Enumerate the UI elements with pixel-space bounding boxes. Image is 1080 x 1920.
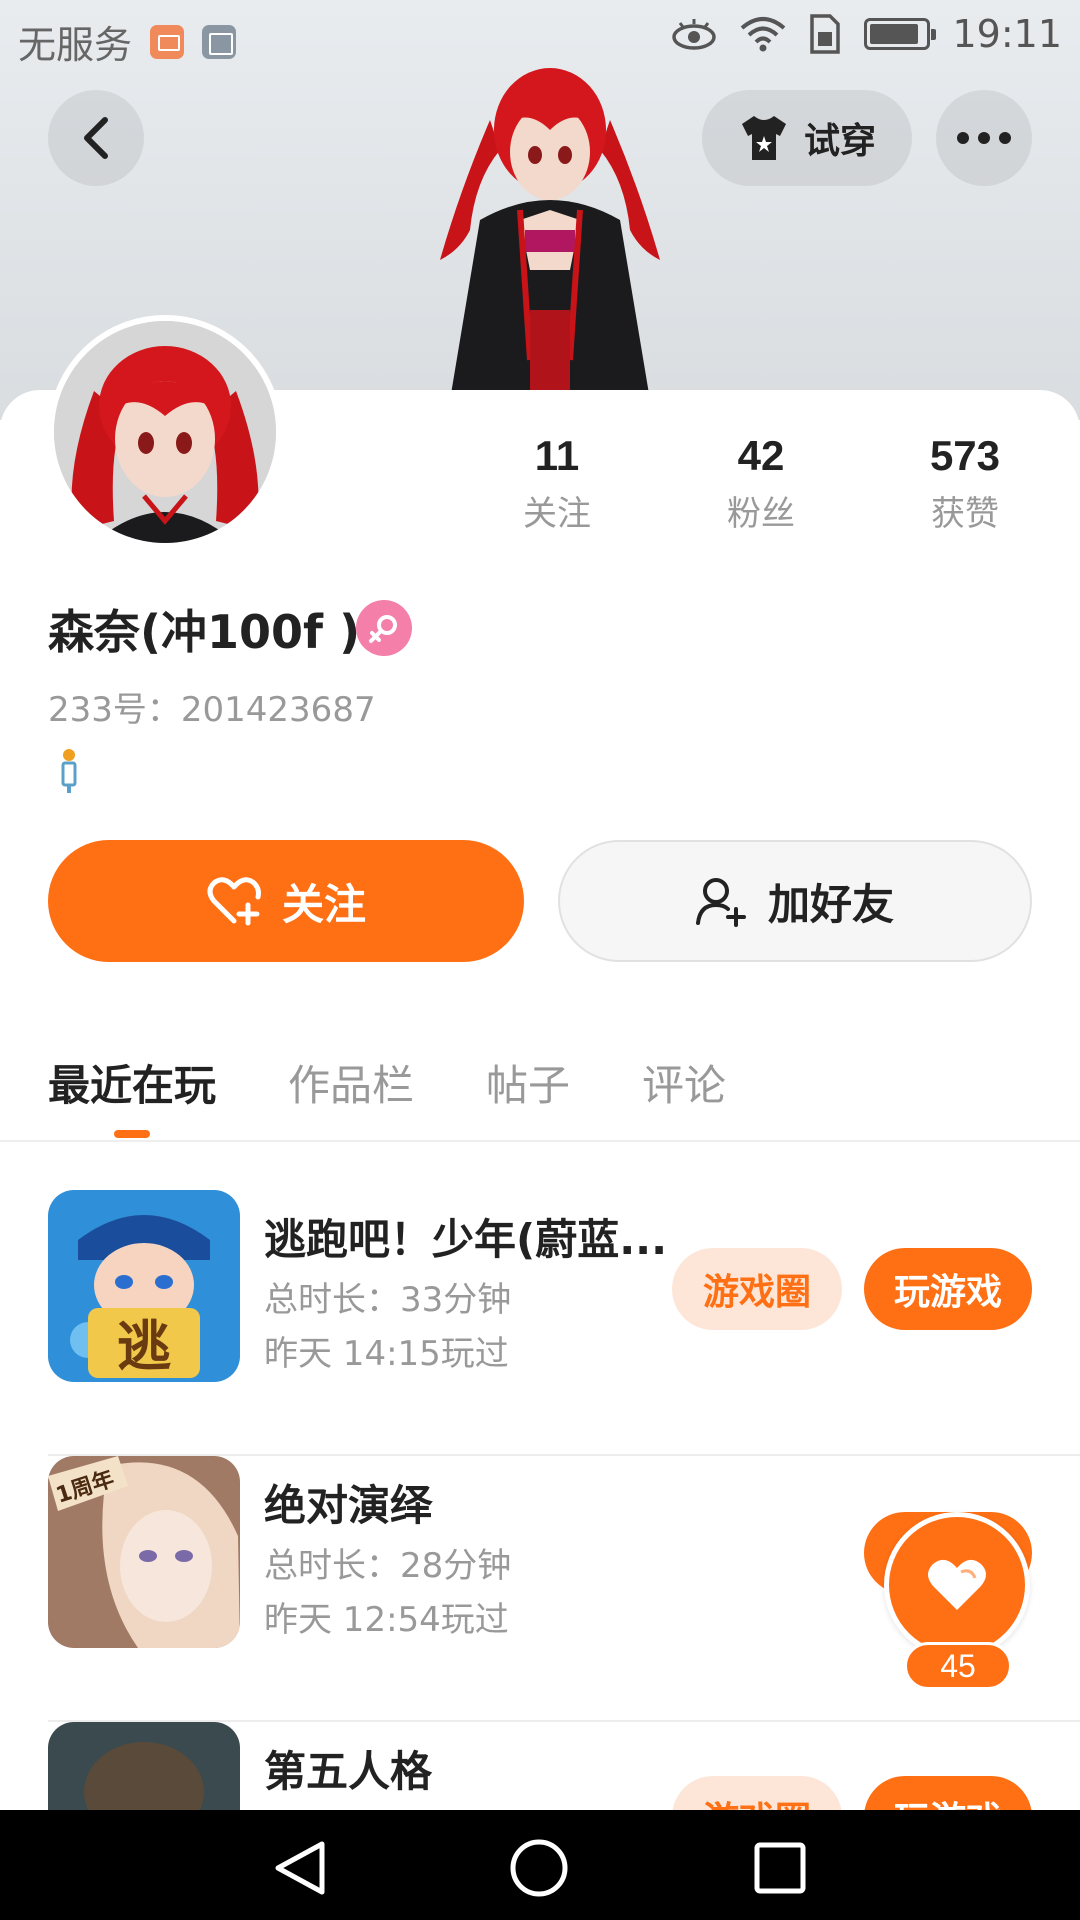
game-duration: 总时长：28分钟 (264, 1546, 512, 1586)
tab-active-indicator (114, 1130, 150, 1138)
add-user-icon (695, 878, 746, 927)
game-icon (48, 1722, 240, 1810)
stat-fans[interactable]: 42 粉丝 (686, 432, 836, 535)
eye-icon (672, 19, 717, 50)
game-last-played: 昨天 14:15玩过 (264, 1334, 509, 1374)
sim-icon (810, 14, 841, 54)
avatar-image (54, 321, 276, 543)
tab-posts[interactable]: 帖子 (486, 1052, 570, 1113)
game-duration: 总时长：33分钟 (264, 1280, 512, 1320)
avatar-character-image (440, 68, 660, 400)
image-notification-icon (202, 24, 237, 59)
more-button[interactable] (936, 90, 1032, 186)
stat-likes-count: 573 (929, 432, 1001, 479)
like-count: 45 (904, 1642, 1012, 1690)
badge-icon[interactable] (60, 748, 78, 794)
nickname: 森奈(冲100f ) (48, 605, 361, 659)
chevron-left-icon (84, 117, 108, 159)
nav-recents-icon[interactable] (754, 1842, 806, 1894)
add-friend-label: 加好友 (767, 879, 894, 929)
heart-icon (928, 1559, 986, 1610)
avatar[interactable] (48, 315, 282, 549)
try-on-button[interactable]: 试穿 (702, 90, 912, 186)
stat-following-count: 11 (534, 432, 580, 479)
game-circle-button[interactable]: 游戏圈 (672, 1248, 842, 1330)
battery-icon (864, 18, 937, 50)
stat-likes-label: 获赞 (931, 494, 999, 534)
female-gender-icon (356, 600, 412, 656)
mail-notification-icon (150, 24, 185, 59)
profile-tabs: 最近在玩 作品栏 帖子 评论 (0, 1040, 1080, 1142)
play-game-button[interactable]: 玩游戏 (864, 1248, 1032, 1330)
game-row[interactable]: 第五人格 游戏圈 玩游戏 (48, 1722, 1080, 1810)
carrier-text: 无服务 (18, 23, 133, 67)
game-title: 第五人格 (264, 1747, 433, 1796)
svg-text:逃: 逃 (117, 1315, 171, 1378)
add-friend-button[interactable]: 加好友 (558, 840, 1032, 962)
stat-following[interactable]: 11 关注 (482, 432, 632, 535)
nav-home-icon[interactable] (509, 1838, 569, 1898)
wifi-icon (741, 17, 786, 52)
back-button[interactable] (48, 90, 144, 186)
game-title: 逃跑吧！少年(蔚蓝... (264, 1215, 668, 1264)
stat-fans-label: 粉丝 (727, 494, 795, 534)
game-circle-button[interactable]: 游戏圈 (672, 1776, 842, 1810)
game-title: 绝对演绎 (264, 1481, 433, 1530)
stat-following-label: 关注 (523, 494, 591, 534)
tab-comments[interactable]: 评论 (642, 1052, 726, 1113)
user-id: 233号：201423687 (48, 690, 376, 730)
tshirt-icon (741, 116, 786, 160)
play-game-button[interactable]: 玩游戏 (864, 1776, 1032, 1810)
tab-recent-played[interactable]: 最近在玩 (48, 1052, 216, 1113)
system-nav-bar (0, 1810, 1080, 1920)
follow-label: 关注 (281, 879, 366, 929)
clock-text: 19:11 (952, 12, 1062, 56)
game-row[interactable]: 逃 逃跑吧！少年(蔚蓝... 总时长：33分钟 昨天 14:15玩过 游戏圈 玩… (48, 1190, 1080, 1456)
try-on-label: 试穿 (803, 121, 876, 162)
like-button[interactable] (884, 1512, 1030, 1658)
stat-likes: 573 获赞 (890, 432, 1040, 535)
follow-button[interactable]: 关注 (48, 840, 524, 962)
more-dots-icon (957, 132, 1011, 144)
game-icon: 1周年 (48, 1456, 240, 1648)
heart-plus-icon (207, 877, 261, 926)
stat-fans-count: 42 (737, 432, 785, 479)
tab-works[interactable]: 作品栏 (288, 1052, 414, 1113)
game-icon: 逃 (48, 1190, 240, 1382)
nav-back-icon[interactable] (272, 1840, 326, 1896)
game-last-played: 昨天 12:54玩过 (264, 1600, 509, 1640)
